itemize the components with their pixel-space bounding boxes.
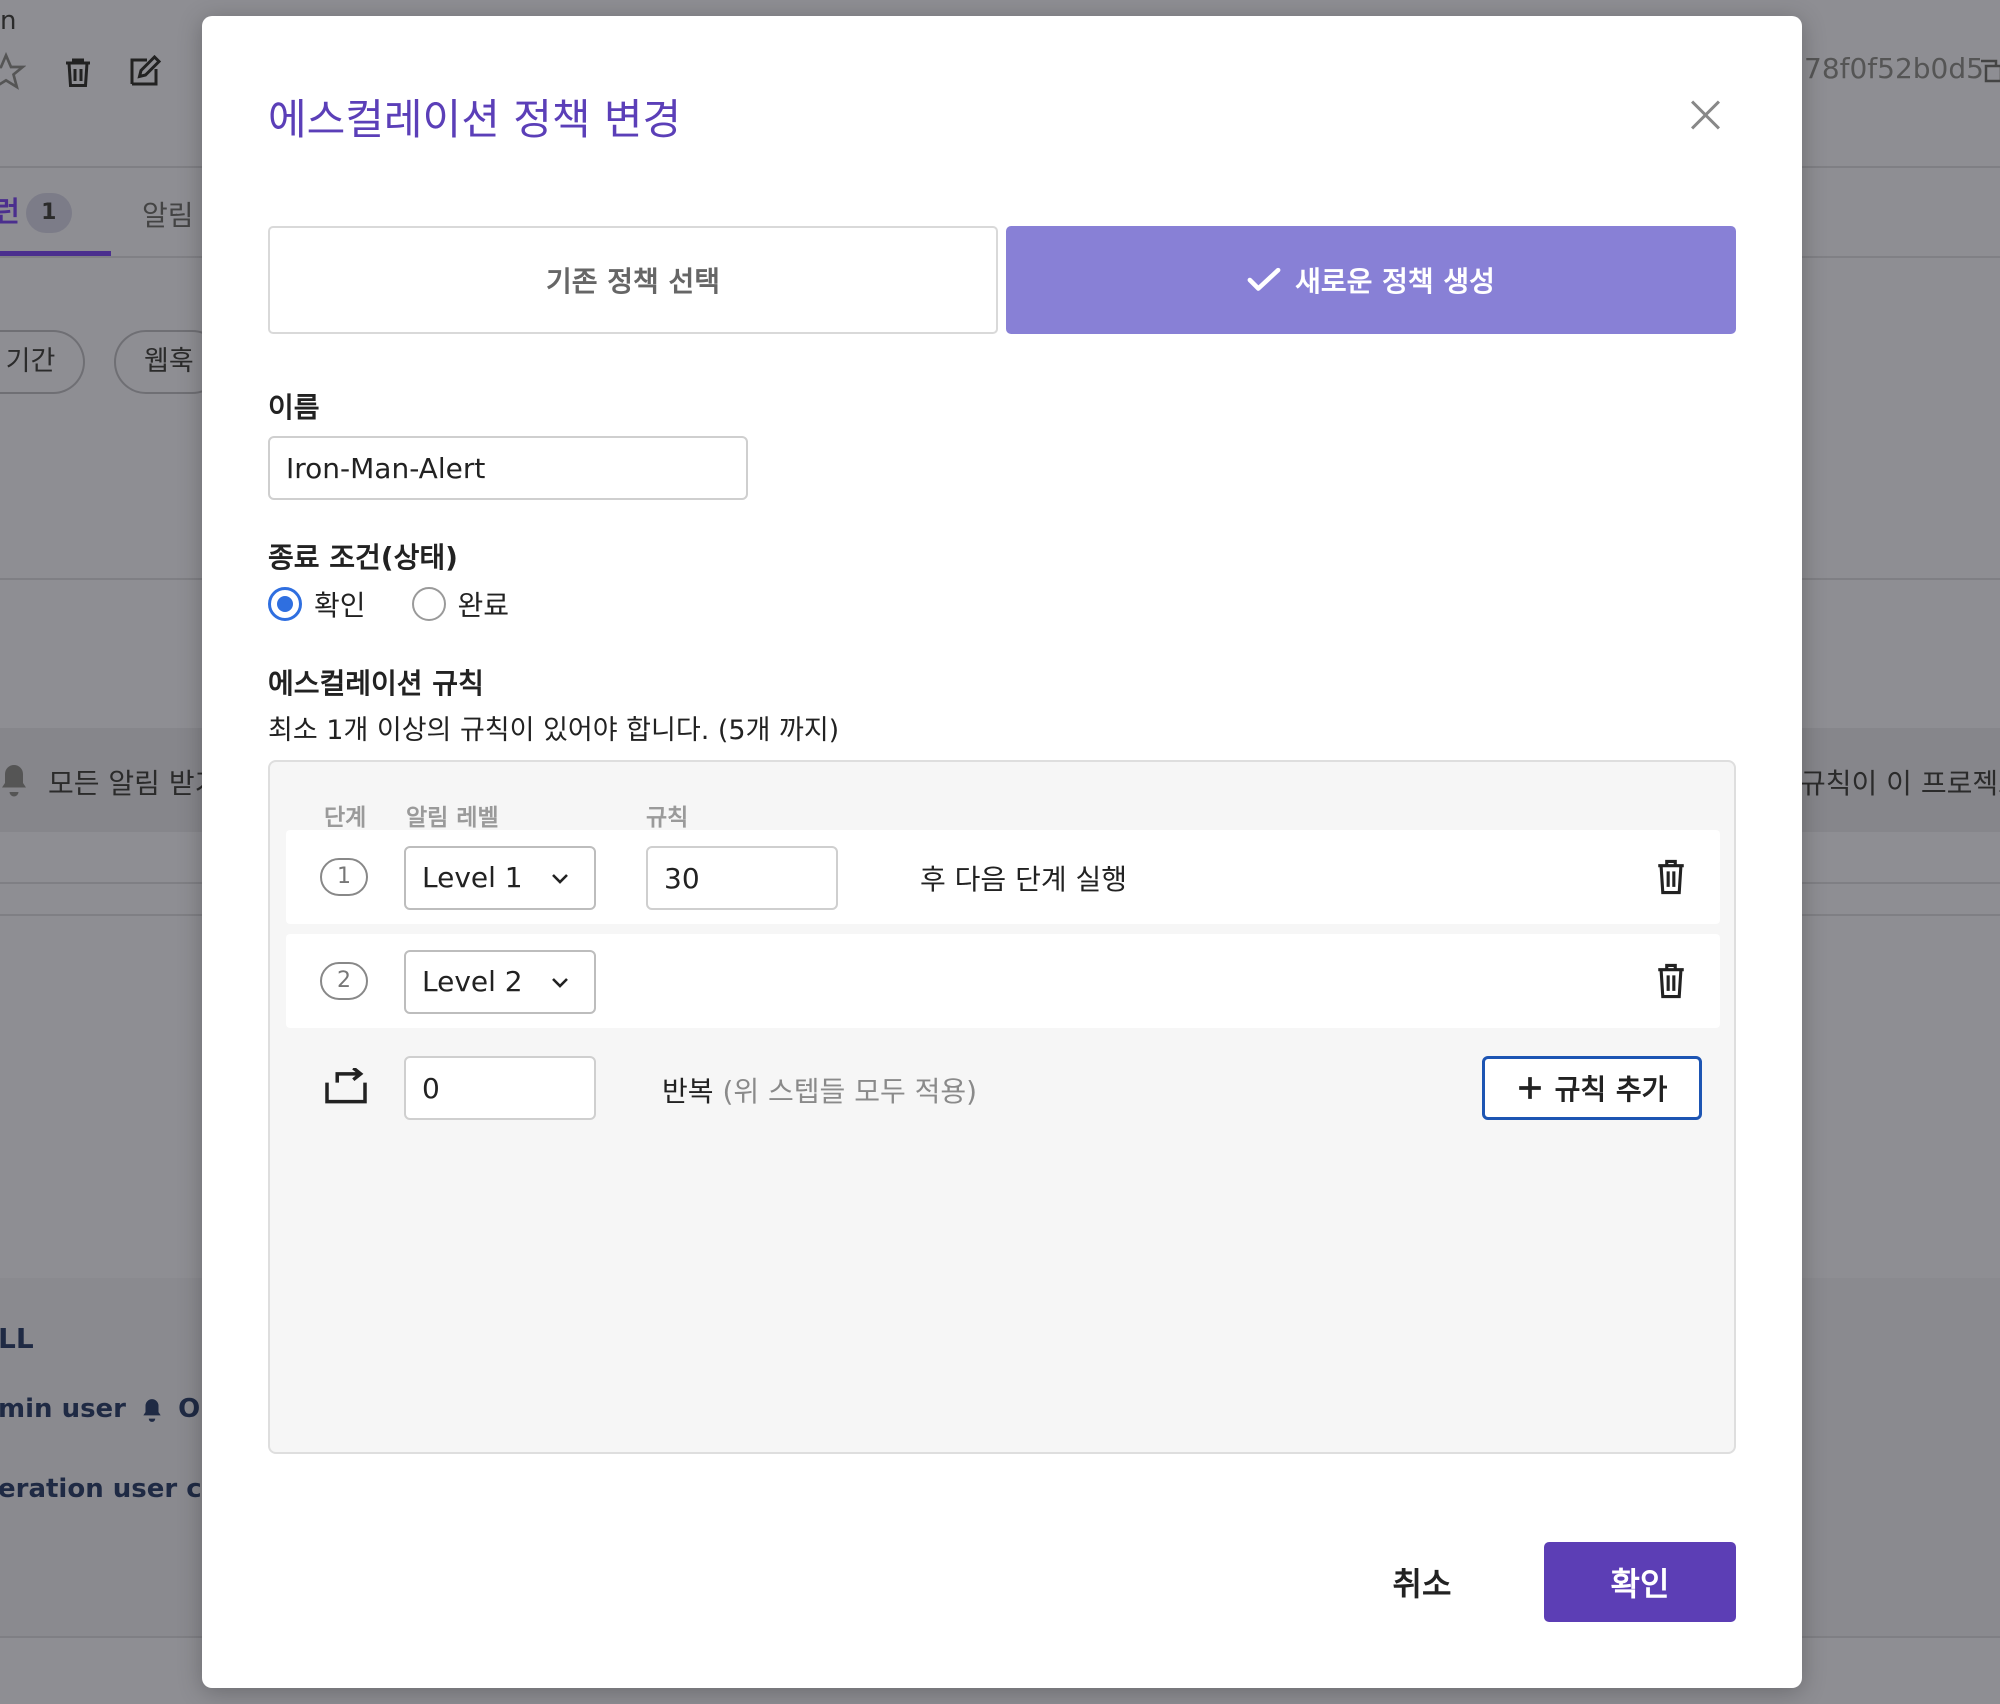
bg-user-line-1: min user ON (0, 1394, 222, 1424)
close-icon[interactable] (1684, 94, 1728, 138)
create-new-policy-tab[interactable]: 새로운 정책 생성 (1006, 226, 1736, 334)
confirm-button[interactable]: 확인 (1544, 1542, 1736, 1622)
add-rule-button-label: 규칙 추가 (1554, 1073, 1668, 1106)
repeat-label-text: 반복 (662, 1075, 714, 1108)
cancel-button[interactable]: 취소 (1352, 1542, 1492, 1622)
escalation-rules-label: 에스컬레이션 규칙 (268, 667, 484, 700)
hash-text: 78f0f52b0d5 (1804, 52, 1984, 85)
select-existing-policy-label: 기존 정책 선택 (545, 265, 721, 298)
rules-table: 단계 알림 레벨 규칙 1 Level 1 후 다음 단계 실행 2 Level… (268, 760, 1736, 1454)
chevron-down-icon (552, 874, 568, 884)
corner-text: n (0, 6, 17, 36)
radio-checked-icon (268, 587, 302, 621)
create-new-policy-label: 새로운 정책 생성 (1295, 265, 1495, 298)
star-icon[interactable] (0, 52, 26, 92)
repeat-icon (325, 1068, 367, 1104)
end-condition-radio-done-label: 완료 (457, 589, 510, 622)
column-header-step: 단계 (324, 805, 367, 831)
end-condition-radio-group: 확인 완료 (268, 584, 555, 624)
chevron-down-icon (552, 978, 568, 988)
rule-row: 1 Level 1 후 다음 단계 실행 (286, 830, 1720, 924)
escalation-policy-modal: 에스컬레이션 정책 변경 기존 정책 선택 새로운 정책 생성 이름 종료 조건… (202, 16, 1802, 1688)
repeat-count-input[interactable] (404, 1056, 596, 1120)
name-label: 이름 (268, 391, 320, 424)
alert-level-select[interactable]: Level 1 (404, 846, 596, 910)
end-condition-radio-done[interactable]: 완료 (411, 584, 510, 624)
rule-minutes-input[interactable] (646, 846, 838, 910)
delete-rule-trash-icon[interactable] (1654, 962, 1688, 1000)
bg-notify-text: 모든 알림 받기 (48, 767, 221, 800)
edit-icon[interactable] (126, 54, 162, 90)
select-existing-policy-tab[interactable]: 기존 정책 선택 (268, 226, 998, 334)
bell-icon (143, 1398, 161, 1422)
end-condition-label: 종료 조건(상태) (268, 541, 458, 574)
escalation-rules-description: 최소 1개 이상의 규칙이 있어야 합니다. (5개 까지) (268, 715, 840, 746)
copy-icon[interactable] (1976, 56, 2000, 86)
repeat-label: 반복 (위 스텝들 모두 적용) (662, 1070, 977, 1110)
check-icon (1247, 267, 1281, 291)
bg-tab-alert[interactable]: 알림 (142, 194, 194, 234)
alert-level-select-value: Level 2 (422, 965, 523, 998)
alert-level-select-value: Level 1 (422, 861, 523, 894)
step-number-badge: 2 (320, 962, 368, 1000)
add-rule-button[interactable]: 규칙 추가 (1482, 1056, 1702, 1120)
column-header-level: 알림 레벨 (406, 805, 499, 831)
repeat-note: (위 스텝들 모두 적용) (722, 1075, 978, 1108)
bg-user-line-1-prefix: min user (0, 1394, 127, 1424)
bg-pill-period[interactable]: | 기간 (0, 330, 86, 394)
radio-unchecked-icon (411, 587, 446, 621)
rule-after-text: 후 다음 단계 실행 (920, 863, 1128, 896)
end-condition-radio-ack-label: 확인 (314, 589, 366, 622)
trash-icon[interactable] (60, 54, 96, 90)
column-header-rule: 규칙 (646, 805, 689, 831)
step-number-badge: 1 (320, 858, 368, 896)
modal-title: 에스컬레이션 정책 변경 (268, 95, 682, 144)
end-condition-radio-ack[interactable]: 확인 (268, 584, 366, 624)
repeat-row: 반복 (위 스텝들 모두 적용) 규칙 추가 (286, 1054, 1720, 1124)
bg-tab-run-label: 런 (0, 195, 20, 228)
bg-section-title: LL (0, 1322, 34, 1355)
name-input[interactable] (268, 436, 748, 500)
alert-level-select[interactable]: Level 2 (404, 950, 596, 1014)
bg-tab-run[interactable]: 런1 (0, 190, 72, 233)
delete-rule-trash-icon[interactable] (1654, 858, 1688, 896)
bell-icon (2, 765, 26, 797)
rule-row: 2 Level 2 (286, 934, 1720, 1028)
bg-right-rule-text: 규칙이 이 프로젝트 (1800, 767, 2000, 800)
plus-icon (1518, 1077, 1541, 1099)
bg-tab-run-badge: 1 (25, 193, 72, 233)
